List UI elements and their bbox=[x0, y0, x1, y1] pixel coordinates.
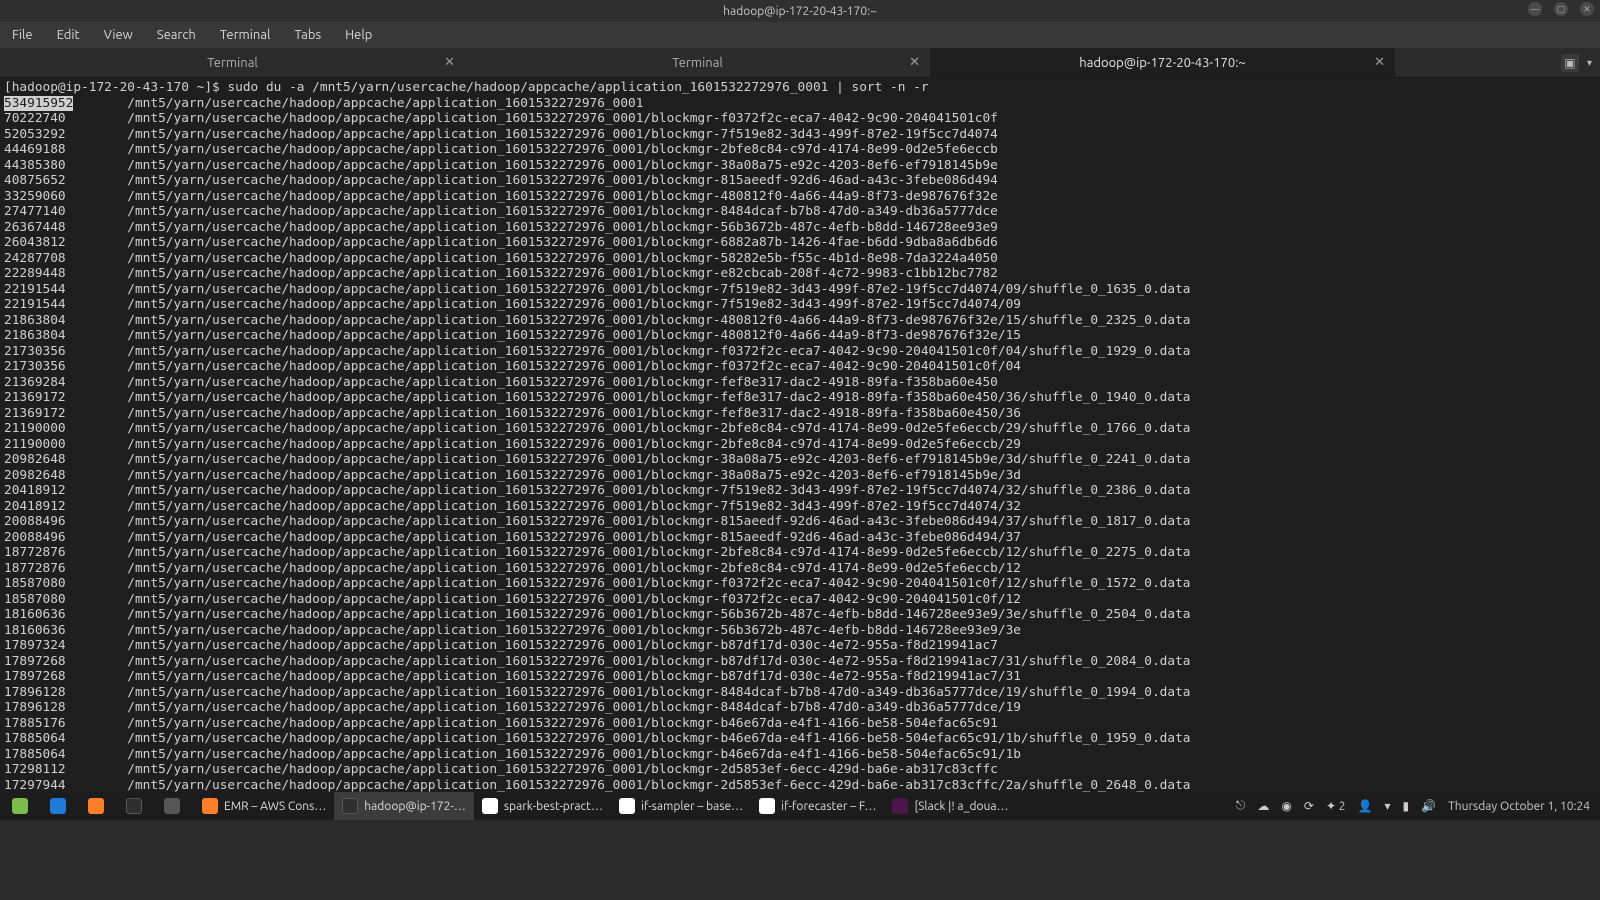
ff-icon bbox=[202, 798, 218, 814]
close-icon[interactable]: ✕ bbox=[1374, 55, 1385, 70]
window-title: hadoop@ip-172-20-43-170:~ bbox=[723, 5, 877, 18]
menu-tabs[interactable]: Tabs bbox=[294, 28, 321, 42]
files-launcher[interactable] bbox=[156, 792, 188, 820]
terminal-tab-0[interactable]: Terminal ✕ bbox=[0, 48, 465, 77]
taskbar-task[interactable]: spark-best-pract… bbox=[474, 792, 611, 820]
menu-view[interactable]: View bbox=[104, 28, 133, 42]
task-label: [Slack |! a_doua… bbox=[914, 800, 1008, 813]
taskbar-task[interactable]: [Slack |! a_doua… bbox=[884, 792, 1016, 820]
task-label: spark-best-pract… bbox=[504, 800, 603, 813]
window-close-button[interactable]: ✕ bbox=[1580, 2, 1594, 16]
tray-icon[interactable]: ☁ bbox=[1257, 799, 1269, 813]
tab-label: hadoop@ip-172-20-43-170:~ bbox=[1079, 56, 1245, 70]
user-icon[interactable]: 👤 bbox=[1358, 799, 1373, 813]
close-icon[interactable]: ✕ bbox=[909, 55, 920, 70]
taskbar-task[interactable]: hadoop@ip-172-… bbox=[334, 792, 474, 820]
taskbar-task[interactable]: EMR – AWS Cons… bbox=[194, 792, 334, 820]
menu-search[interactable]: Search bbox=[157, 28, 196, 42]
terminal-launcher[interactable] bbox=[118, 792, 150, 820]
clock[interactable]: Thursday October 1, 10:24 bbox=[1448, 800, 1590, 813]
chrome-icon bbox=[482, 798, 498, 814]
terminal-tab-2[interactable]: hadoop@ip-172-20-43-170:~ ✕ bbox=[930, 48, 1395, 77]
task-label: hadoop@ip-172-… bbox=[364, 800, 466, 813]
taskbar-task[interactable]: if-forecaster – F… bbox=[751, 792, 884, 820]
wifi-icon[interactable]: ▾ bbox=[1385, 799, 1391, 813]
system-tray: ⎋ ☁ ◉ ⟳ ✦ 2 👤 ▾ ▮ 🔊 Thursday October 1, … bbox=[1236, 799, 1600, 813]
menu-file[interactable]: File bbox=[12, 28, 33, 42]
task-label: if-forecaster – F… bbox=[781, 800, 876, 813]
chrome-icon bbox=[619, 798, 635, 814]
task-label: EMR – AWS Cons… bbox=[224, 800, 326, 813]
tab-label: Terminal bbox=[207, 56, 258, 70]
tab-label: Terminal bbox=[672, 56, 723, 70]
tabbar: Terminal ✕ Terminal ✕ hadoop@ip-172-20-4… bbox=[0, 48, 1600, 78]
show-desktop-button[interactable] bbox=[42, 792, 74, 820]
terminal-output[interactable]: [hadoop@ip-172-20-43-170 ~]$ sudo du -a … bbox=[0, 78, 1600, 792]
tray-count[interactable]: ✦ 2 bbox=[1326, 799, 1346, 813]
tab-dropdown-icon[interactable]: ▾ bbox=[1587, 57, 1592, 69]
tray-icon[interactable]: ⎋ bbox=[1236, 799, 1246, 813]
new-tab-button[interactable]: ▣ bbox=[1561, 54, 1579, 72]
menu-edit[interactable]: Edit bbox=[57, 28, 80, 42]
chrome-icon bbox=[759, 798, 775, 814]
close-icon[interactable]: ✕ bbox=[444, 55, 455, 70]
taskbar-task[interactable]: if-sampler – base… bbox=[611, 792, 751, 820]
term-icon bbox=[342, 798, 358, 814]
battery-icon[interactable]: ▮ bbox=[1403, 799, 1410, 813]
menubar: File Edit View Search Terminal Tabs Help bbox=[0, 22, 1600, 48]
task-label: if-sampler – base… bbox=[641, 800, 743, 813]
firefox-launcher[interactable] bbox=[80, 792, 112, 820]
slack-icon bbox=[892, 798, 908, 814]
updates-icon[interactable]: ⟳ bbox=[1304, 799, 1314, 813]
nvidia-icon[interactable]: ◉ bbox=[1281, 799, 1291, 813]
start-menu-button[interactable] bbox=[4, 792, 36, 820]
window-titlebar: hadoop@ip-172-20-43-170:~ — ▢ ✕ bbox=[0, 0, 1600, 22]
menu-help[interactable]: Help bbox=[345, 28, 372, 42]
desktop-panel: EMR – AWS Cons… hadoop@ip-172-… spark-best… bbox=[0, 792, 1600, 820]
terminal-tab-1[interactable]: Terminal ✕ bbox=[465, 48, 930, 77]
volume-icon[interactable]: 🔊 bbox=[1421, 799, 1436, 813]
window-minimize-button[interactable]: — bbox=[1528, 2, 1542, 16]
menu-terminal[interactable]: Terminal bbox=[220, 28, 271, 42]
window-maximize-button[interactable]: ▢ bbox=[1554, 2, 1568, 16]
